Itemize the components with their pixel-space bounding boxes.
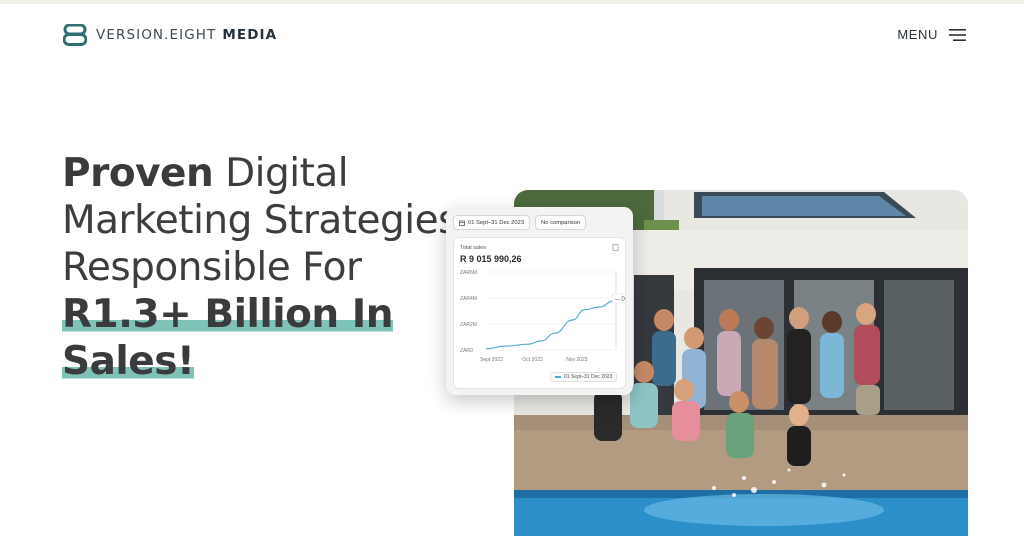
calendar-icon [459,220,465,226]
dashboard-filters: 01 Sept–31 Dec 2023 No comparison [453,215,587,230]
x-tick-label: Nov 2023 [566,357,588,363]
total-sales-panel: Total sales R 9 015 990,26 ZAR6M ZAR4M ZAR… [453,237,626,389]
total-sales-value: R 9 015 990,26 [460,254,522,264]
tooltip-label: — Dec 2 [615,297,625,303]
x-tick-label: Oct 2023 [522,357,543,363]
logo-text-light: VERSION.EIGHT [96,27,217,43]
sales-series-line [485,297,617,350]
sales-dashboard-card: 01 Sept–31 Dec 2023 No comparison Total … [446,207,633,395]
logo-eight-icon [63,24,87,46]
y-tick-label: ZAR4M [460,296,477,302]
logo-text-bold: MEDIA [222,27,278,43]
hamburger-icon [949,28,966,41]
headline-bold: Proven [62,151,214,196]
total-sales-label: Total sales [460,245,486,251]
chart-legend: 01 Sept–31 Dec 2023 [550,372,618,382]
menu-label: MENU [897,27,938,42]
export-icon[interactable] [612,244,619,251]
date-range-text: 01 Sept–31 Dec 2023 [468,219,525,226]
x-tick-label: Sept 2023 [480,357,503,363]
y-tick-label: ZAR2M [460,322,477,328]
date-range-pill[interactable]: 01 Sept–31 Dec 2023 [453,215,531,230]
hero-headline: Proven Digital Marketing Strategies Resp… [62,150,462,385]
legend-text: 01 Sept–31 Dec 2023 [564,374,613,380]
top-border [0,0,1024,4]
comparison-text: No comparison [541,219,581,226]
site-logo[interactable]: VERSION.EIGHT MEDIA [63,24,277,46]
headline-highlight: R1.3+ Billion In Sales! [62,292,393,384]
logo-wordmark: VERSION.EIGHT MEDIA [96,27,277,43]
legend-line-icon [555,376,561,378]
menu-button[interactable]: MENU [897,27,966,42]
y-tick-label: ZAR0 [460,348,473,354]
y-tick-label: ZAR6M [460,270,477,276]
comparison-pill[interactable]: No comparison [535,215,587,230]
sales-line-chart: ZAR6M ZAR4M ZAR2M ZAR0 Sept 2023 Oct 2023 Nov … [460,270,625,363]
